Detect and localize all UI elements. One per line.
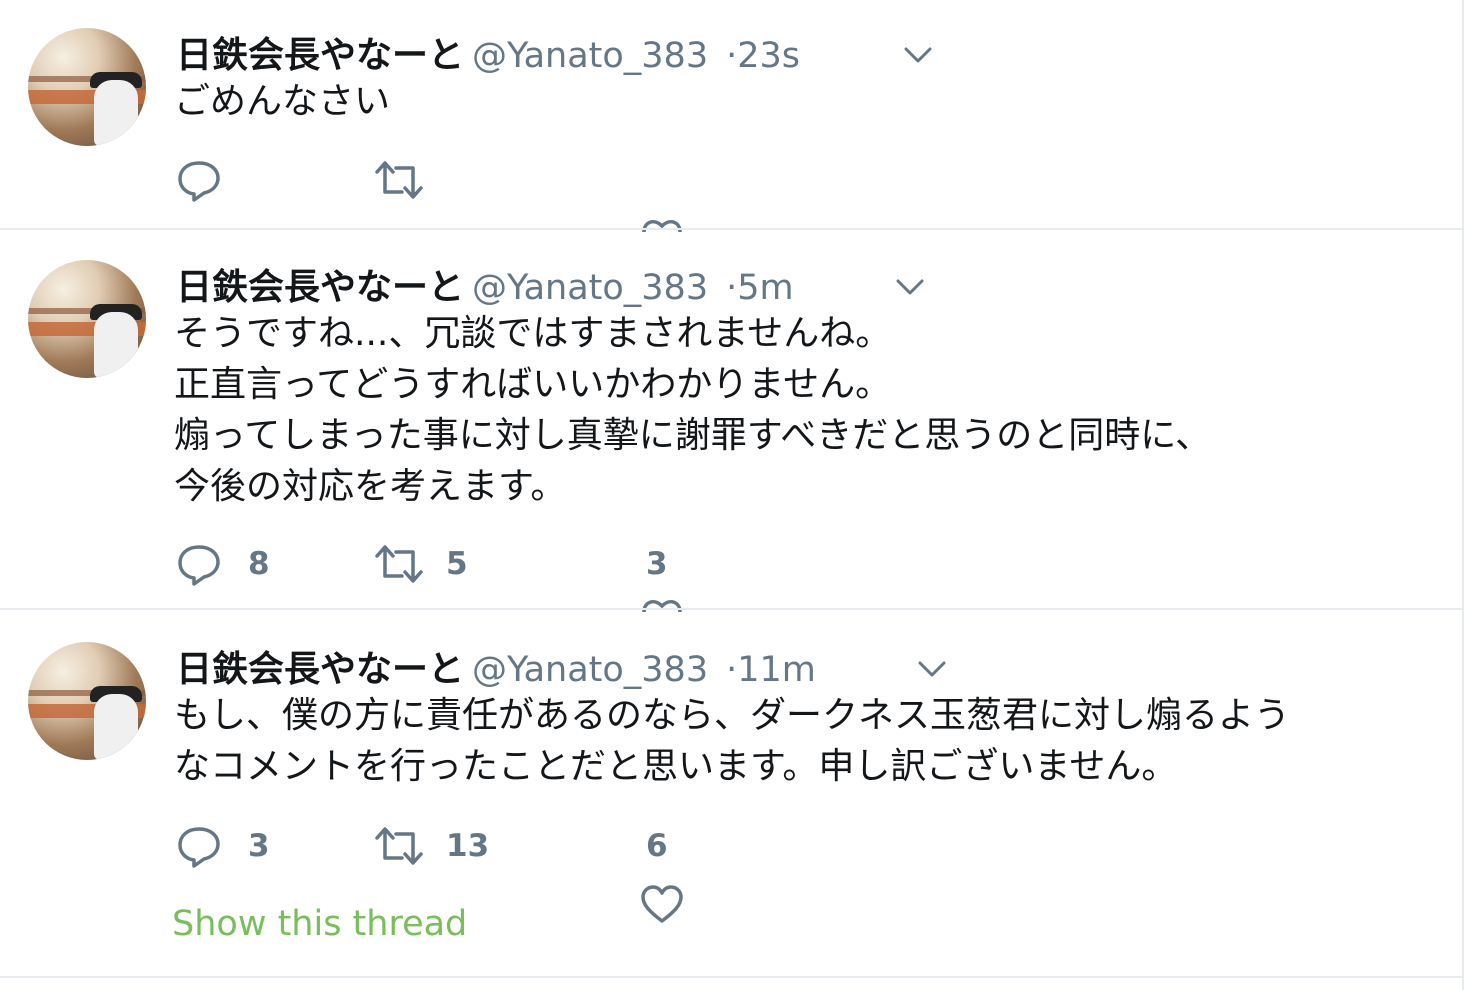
reply-icon [178,827,220,868]
tweet-text: そうですね...、冗談ではすまされませんね。 正直言ってどうすればいいかわかりま… [174,308,1211,512]
tweet-text: もし、僕の方に責任があるのなら、ダークネス玉葱君に対し煽るよう なコメントを行っ… [174,690,1290,792]
tweet-actions: 8 5 3 [176,542,776,592]
retweet-button[interactable] [374,158,494,202]
like-count: 3 [646,546,668,582]
avatar[interactable] [28,642,146,760]
retweet-icon [375,827,423,865]
tweet-text-line: なコメントを行ったことだと思います。申し訳ございません。 [174,746,1178,787]
tweet[interactable]: 日鉄会長やなーと @Yanato_383 ·11m もし、僕の方に責任があるのなら、… [0,610,1462,976]
reply-icon [178,161,220,202]
reply-button[interactable]: 3 [176,824,276,868]
display-name[interactable]: 日鉄会長やなーと [176,35,464,76]
tweet-actions [176,158,776,208]
tweet-actions: 3 13 6 [176,824,776,874]
user-handle[interactable]: @Yanato_383 [472,36,708,76]
retweet-count: 13 [446,828,490,864]
like-count: 6 [646,828,668,864]
user-handle[interactable]: @Yanato_383 [472,650,708,690]
show-thread-link[interactable]: Show this thread [172,904,467,944]
separator-dot: · [726,36,738,76]
tweet-timestamp[interactable]: 11m [737,650,816,690]
reply-count: 8 [248,546,270,582]
avatar[interactable] [28,260,146,378]
tweet-text-line: もし、僕の方に責任があるのなら、ダークネス玉葱君に対し煽るよう [174,695,1291,736]
timeline-border [1462,0,1464,990]
reply-button[interactable]: 8 [176,542,276,586]
tweet-text-line: そうですね...、冗談ではすまされませんね。 [174,313,892,354]
separator-dot: · [726,650,738,690]
tweet-text-line: 今後の対応を考えます。 [174,466,567,507]
chevron-down-icon[interactable] [896,278,924,296]
avatar[interactable] [28,28,146,146]
tweet[interactable]: 日鉄会長やなーと @Yanato_383 ·5m そうですね...、冗談ではすまされ… [0,230,1462,608]
user-handle[interactable]: @Yanato_383 [472,268,708,308]
tweet-text-line: ごめんなさい [174,81,391,122]
chevron-down-icon[interactable] [918,660,946,678]
display-name[interactable]: 日鉄会長やなーと [176,649,464,690]
chevron-down-icon[interactable] [904,46,932,64]
retweet-icon [375,161,423,199]
tweet-text-line: 煽ってしまった事に対し真摯に謝罪すべきだと思うのと同時に、 [174,415,1212,456]
heart-icon[interactable] [640,884,684,924]
tweet-text-line: 正直言ってどうすればいいかわかりません。 [174,364,892,405]
retweet-button[interactable]: 5 [374,542,494,586]
reply-button[interactable] [176,158,276,202]
retweet-button[interactable]: 13 [374,824,504,868]
reply-count: 3 [248,828,270,864]
tweet[interactable]: 日鉄会長やなーと @Yanato_383 ·23s ごめんなさい [0,0,1462,228]
reply-icon [178,545,220,586]
retweet-icon [375,545,423,583]
display-name[interactable]: 日鉄会長やなーと [176,267,464,308]
tweet-text: ごめんなさい [174,76,390,127]
retweet-count: 5 [446,546,468,582]
tweet-timestamp[interactable]: 23s [737,36,800,76]
tweet-divider [0,976,1462,978]
tweet-timestamp[interactable]: 5m [737,268,793,308]
separator-dot: · [726,268,738,308]
